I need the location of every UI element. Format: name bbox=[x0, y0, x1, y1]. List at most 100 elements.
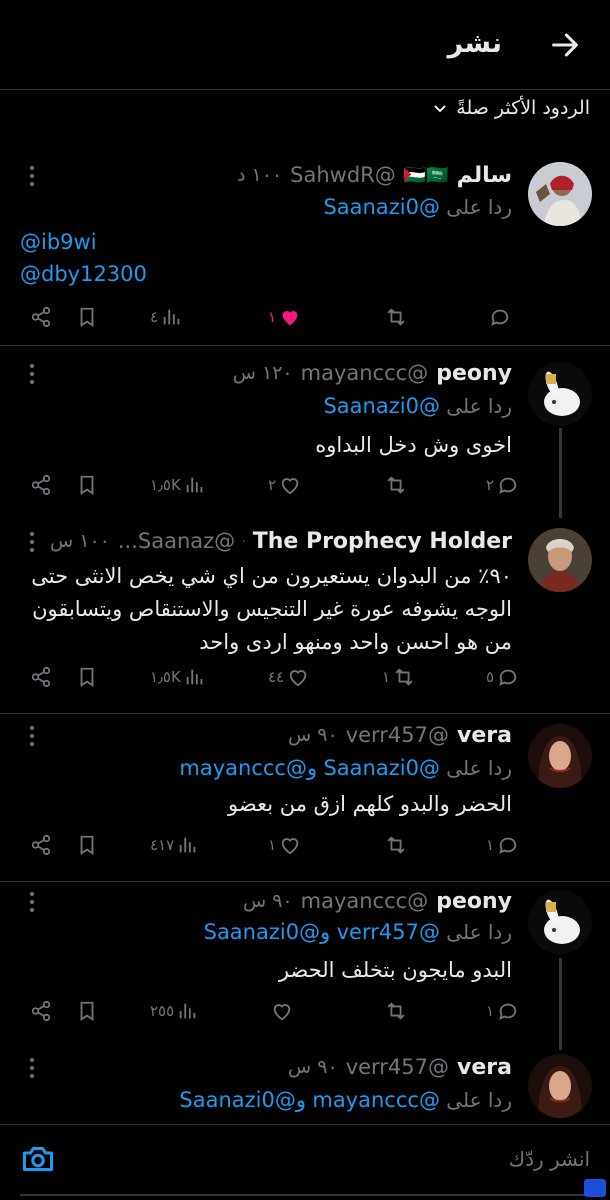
heart-icon bbox=[281, 478, 299, 495]
avatar[interactable] bbox=[528, 890, 592, 954]
more-options-icon[interactable] bbox=[26, 530, 38, 554]
views-button[interactable]: ١٫٥K bbox=[150, 468, 206, 502]
more-options-icon[interactable] bbox=[26, 362, 38, 386]
mention-link[interactable]: @Saanazi0 bbox=[204, 920, 320, 944]
reply-button[interactable]: ١ bbox=[486, 828, 519, 862]
mention-link[interactable]: @Saanazi0 bbox=[179, 1088, 295, 1112]
retweet-button[interactable] bbox=[382, 994, 407, 1028]
mention-link[interactable]: @Saanazi0 bbox=[323, 394, 439, 418]
retweet-button[interactable] bbox=[382, 828, 407, 862]
author-name[interactable]: peony bbox=[436, 361, 512, 386]
like-button[interactable]: ٤٤ bbox=[268, 660, 309, 694]
more-options-icon[interactable] bbox=[26, 1056, 38, 1080]
tweet-1[interactable]: سالم 🇵🇸🇸🇦 @SahwdR ١٠٠ د ردا على @Saanazi… bbox=[0, 140, 610, 346]
reply-button[interactable] bbox=[486, 300, 511, 334]
bookmark-button[interactable] bbox=[76, 660, 98, 694]
like-button[interactable]: ٢ bbox=[268, 468, 301, 502]
reply-input[interactable]: انشر ردّك bbox=[509, 1147, 590, 1171]
analytics-icon bbox=[186, 669, 203, 685]
views-button[interactable]: ٤١٧ bbox=[150, 828, 199, 862]
mention-link[interactable]: @Saanazi0 bbox=[323, 756, 439, 780]
author-name[interactable]: The Prophecy Holder bbox=[253, 529, 512, 554]
retweet-button[interactable] bbox=[382, 300, 407, 334]
sort-dropdown[interactable]: الردود الأكثر صلةً bbox=[432, 93, 590, 123]
reply-context: ردا على @Saanazi0 bbox=[18, 394, 512, 418]
more-options-icon[interactable] bbox=[26, 724, 38, 748]
verified-badge-icon bbox=[243, 540, 245, 542]
arrow-right-icon[interactable] bbox=[548, 28, 582, 62]
reply-count: ١ bbox=[486, 836, 495, 854]
reply-and: و bbox=[306, 756, 318, 780]
tweet-actions: ١٫٥K ٢ ٢ bbox=[0, 468, 610, 502]
tweet-2[interactable]: peony @mayanccc ١٢٠ س ردا على @Saanazi0 … bbox=[0, 346, 610, 518]
mention-link[interactable]: @mayanccc bbox=[179, 756, 307, 780]
author-handle[interactable]: @SahwdR bbox=[290, 163, 396, 187]
mention-link[interactable]: @Saanazi0 bbox=[323, 195, 439, 219]
tweet-4[interactable]: vera @verr457 ٩٠ س ردا على @Saanazi0 و@m… bbox=[0, 714, 610, 882]
bookmark-button[interactable] bbox=[76, 300, 98, 334]
reply-button[interactable]: ٥ bbox=[486, 660, 519, 694]
bookmark-icon bbox=[80, 475, 94, 495]
retweet-button[interactable] bbox=[382, 468, 407, 502]
tweet-text: الحضر والبدو كلهم ازق من بعضو bbox=[228, 792, 512, 816]
share-button[interactable] bbox=[30, 300, 52, 334]
views-button[interactable]: ٢٥٥ bbox=[150, 994, 199, 1028]
avatar[interactable] bbox=[528, 1054, 592, 1118]
mention-link[interactable]: @mayanccc bbox=[312, 1088, 440, 1112]
like-button[interactable] bbox=[268, 994, 293, 1028]
more-options-icon[interactable] bbox=[26, 890, 38, 914]
reply-button[interactable]: ٢ bbox=[486, 468, 519, 502]
share-icon bbox=[31, 1000, 51, 1022]
author-name[interactable]: peony bbox=[436, 889, 512, 914]
share-icon bbox=[31, 834, 51, 856]
bookmark-button[interactable] bbox=[76, 468, 98, 502]
like-button[interactable]: ١ bbox=[268, 300, 301, 334]
share-button[interactable] bbox=[30, 468, 52, 502]
author-handle[interactable]: @verr457 bbox=[346, 1055, 449, 1079]
timestamp: ٩٠ س bbox=[288, 1056, 338, 1078]
mention-link[interactable]: @verr457 bbox=[337, 920, 440, 944]
bookmark-icon bbox=[80, 667, 94, 687]
share-icon bbox=[31, 306, 51, 328]
reply-context: ردا على @mayanccc و@Saanazi0 bbox=[18, 1088, 512, 1112]
author-name[interactable]: vera bbox=[457, 1055, 512, 1080]
share-button[interactable] bbox=[30, 828, 52, 862]
views-button[interactable]: ١٫٥K bbox=[150, 660, 206, 694]
reply-and: و bbox=[295, 1088, 306, 1112]
avatar[interactable] bbox=[528, 528, 592, 592]
like-button[interactable]: ١ bbox=[268, 828, 301, 862]
mention-link[interactable]: @dby12300 bbox=[20, 262, 147, 286]
share-icon bbox=[31, 474, 51, 496]
avatar[interactable] bbox=[528, 724, 592, 788]
tweet-6[interactable]: vera @verr457 ٩٠ س ردا على @mayanccc و@S… bbox=[0, 1050, 610, 1124]
share-button[interactable] bbox=[30, 660, 52, 694]
author-handle[interactable]: @Saanaz... bbox=[118, 529, 235, 553]
bookmark-icon bbox=[80, 835, 94, 855]
author-name[interactable]: vera bbox=[457, 723, 512, 748]
avatar[interactable] bbox=[528, 362, 592, 426]
author-handle[interactable]: @mayanccc bbox=[301, 889, 429, 913]
chevron-down-icon bbox=[434, 105, 446, 113]
timestamp: ١٠٠ د bbox=[237, 164, 283, 186]
tweet-5[interactable]: peony @mayanccc ٩٠ س ردا على @verr457 و@… bbox=[0, 882, 610, 1050]
views-button[interactable]: ٤ bbox=[150, 300, 183, 334]
author-name[interactable]: سالم bbox=[457, 163, 512, 188]
bookmark-button[interactable] bbox=[76, 994, 98, 1028]
heart-icon bbox=[281, 838, 299, 855]
bookmark-icon bbox=[80, 1001, 94, 1021]
camera-icon[interactable] bbox=[20, 1141, 56, 1177]
analytics-icon bbox=[186, 477, 203, 493]
mention-link[interactable]: @ib9wi bbox=[20, 230, 97, 254]
retweet-button[interactable]: ١ bbox=[382, 660, 415, 694]
tweet-3[interactable]: The Prophecy Holder @Saanaz... ١٠٠ س ٩٠٪… bbox=[0, 516, 610, 714]
retweet-icon bbox=[387, 308, 405, 326]
bookmark-button[interactable] bbox=[76, 828, 98, 862]
avatar[interactable] bbox=[528, 162, 592, 226]
author-handle[interactable]: @mayanccc bbox=[301, 361, 429, 385]
author-handle[interactable]: @verr457 bbox=[346, 723, 449, 747]
reply-button[interactable]: ١ bbox=[486, 994, 519, 1028]
share-button[interactable] bbox=[30, 994, 52, 1028]
more-options-icon[interactable] bbox=[26, 164, 38, 188]
reply-prefix: ردا على bbox=[446, 920, 512, 944]
comment-icon bbox=[499, 1003, 517, 1021]
